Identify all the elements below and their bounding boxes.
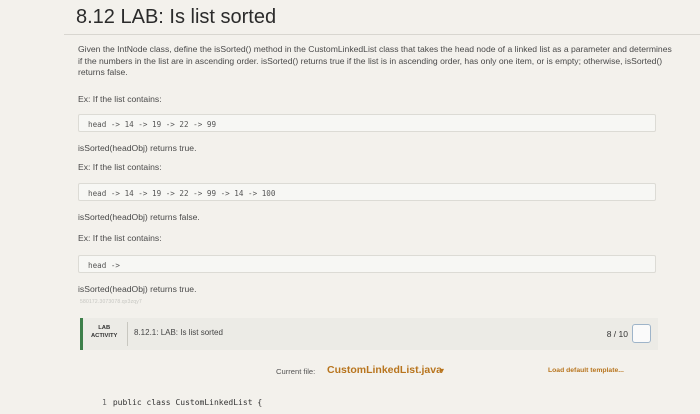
file-selector-row: Current file: CustomLinkedList.java ▾ Lo… xyxy=(0,364,700,378)
completion-checkbox xyxy=(632,324,651,343)
example-3-label: Ex: If the list contains: xyxy=(78,233,162,243)
activity-label-line2: ACTIVITY xyxy=(91,332,118,339)
example-2-label: Ex: If the list contains: xyxy=(78,162,162,172)
title-divider xyxy=(64,34,700,35)
faded-id-text: 580172.3073078.qx3zqy7 xyxy=(80,299,142,305)
example-3-code: head -> xyxy=(78,255,656,273)
code-editor-line-1[interactable]: 1 public class CustomLinkedList { xyxy=(102,398,262,407)
activity-label-line1: LAB xyxy=(98,325,111,331)
lab-activity-header: LAB ACTIVITY 8.12.1: LAB: Is list sorted… xyxy=(80,318,658,350)
intro-paragraph: Given the IntNode class, define the isSo… xyxy=(78,44,672,77)
example-2-result: isSorted(headObj) returns false. xyxy=(78,212,200,222)
activity-score: 8 / 10 xyxy=(606,329,628,339)
example-3-result: isSorted(headObj) returns true. xyxy=(78,284,197,294)
current-file-dropdown[interactable]: CustomLinkedList.java xyxy=(327,364,442,376)
code-text[interactable]: public class CustomLinkedList { xyxy=(113,398,262,407)
example-1-label: Ex: If the list contains: xyxy=(78,94,162,104)
example-2-code: head -> 14 -> 19 -> 22 -> 99 -> 14 -> 10… xyxy=(78,183,656,201)
example-1-code: head -> 14 -> 19 -> 22 -> 99 xyxy=(78,114,656,132)
chevron-down-icon[interactable]: ▾ xyxy=(440,366,444,375)
activity-label: LAB ACTIVITY xyxy=(91,325,117,340)
activity-title: 8.12.1: LAB: Is list sorted xyxy=(134,328,223,337)
line-number: 1 xyxy=(102,398,107,407)
lab-page: 8.12 LAB: Is list sorted Given the IntNo… xyxy=(0,0,700,414)
activity-separator xyxy=(127,322,128,346)
load-default-template-link[interactable]: Load default template... xyxy=(548,367,624,374)
current-file-label: Current file: xyxy=(276,367,316,376)
example-1-result: isSorted(headObj) returns true. xyxy=(78,143,197,153)
page-title: 8.12 LAB: Is list sorted xyxy=(76,6,277,28)
